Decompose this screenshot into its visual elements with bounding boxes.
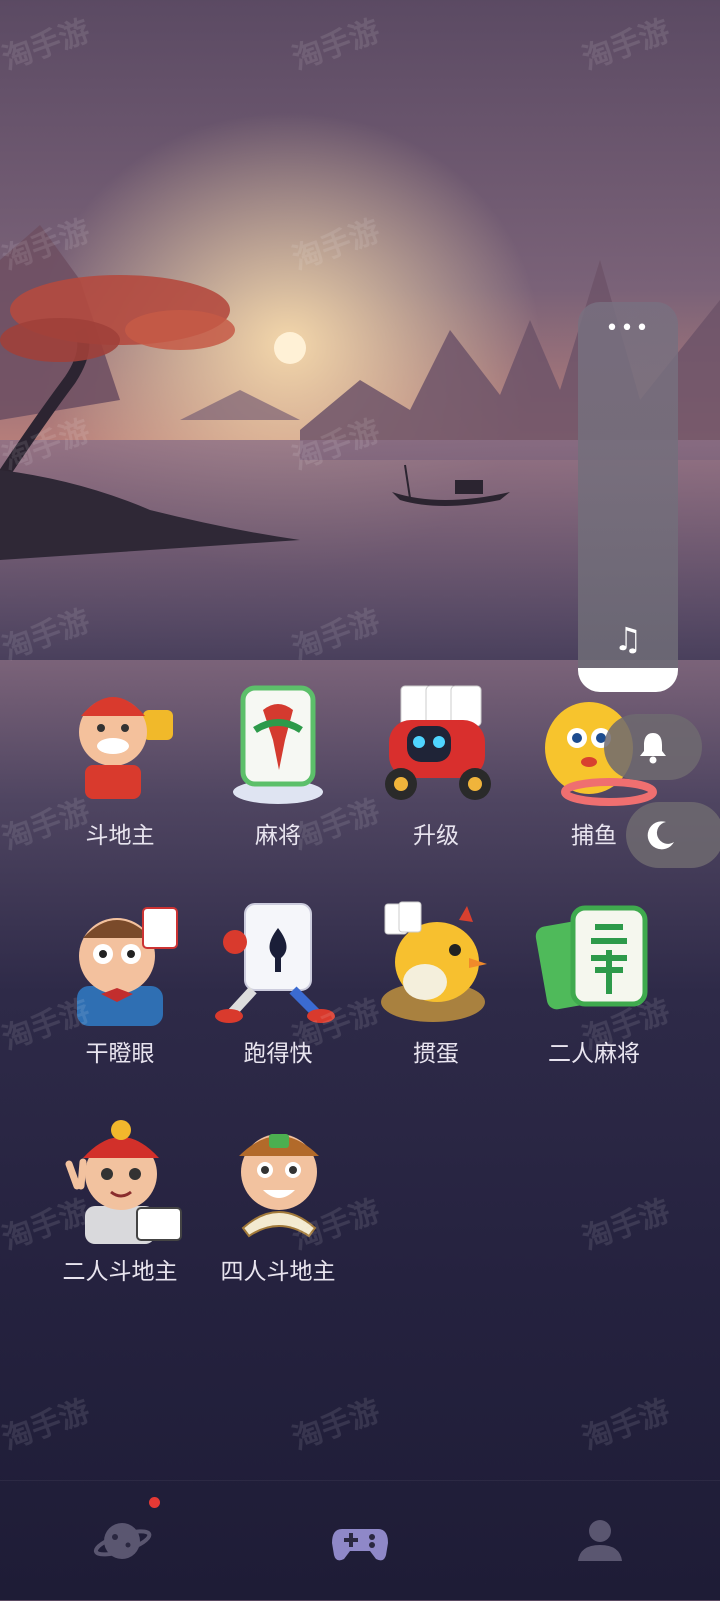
watermark: 淘手游 — [0, 1393, 95, 1458]
game-label: 升级 — [413, 823, 459, 849]
planet-icon — [93, 1523, 152, 1559]
notification-badge — [149, 1497, 160, 1508]
more-dots-icon[interactable]: ••• — [578, 316, 678, 341]
two-player-landlord-icon — [55, 1116, 185, 1246]
night-mode-button[interactable] — [626, 802, 720, 868]
landlord-character-icon — [55, 680, 185, 810]
gamepad-icon — [332, 1529, 388, 1561]
nav-profile[interactable] — [570, 1511, 630, 1571]
floating-side-panel[interactable]: ••• ♫ — [578, 302, 678, 692]
music-note-icon[interactable]: ♫ — [578, 620, 678, 658]
game-label: 斗地主 — [85, 823, 155, 849]
game-label: 跑得快 — [243, 1041, 313, 1067]
game-tile-paodekuai[interactable]: 跑得快 — [198, 898, 358, 1068]
card-car-icon — [371, 680, 501, 810]
bell-icon — [640, 733, 666, 764]
game-label: 麻将 — [255, 823, 301, 849]
bottom-navigation — [0, 1480, 720, 1601]
game-tile-shengji[interactable]: 升级 — [356, 680, 516, 850]
game-tile-two-player-doudizhu[interactable]: 二人斗地主 — [40, 1116, 200, 1286]
bell-button[interactable] — [604, 714, 702, 780]
game-tile-guandan[interactable]: 掼蛋 — [356, 898, 516, 1068]
game-label: 二人麻将 — [548, 1041, 640, 1067]
panel-bottom-edge — [578, 668, 678, 692]
watermark: 淘手游 — [577, 1193, 675, 1258]
game-tile-gandengyan[interactable]: 干瞪眼 — [40, 898, 200, 1068]
user-icon — [578, 1520, 622, 1561]
watermark: 淘手游 — [577, 1393, 675, 1458]
staring-man-icon — [55, 898, 185, 1028]
running-card-icon — [213, 898, 343, 1028]
game-tile-mahjong[interactable]: 麻将 — [198, 680, 358, 850]
nav-games[interactable] — [330, 1511, 390, 1571]
game-tile-four-player-doudizhu[interactable]: 四人斗地主 — [198, 1116, 358, 1286]
chicken-egg-icon — [371, 898, 501, 1028]
four-player-landlord-icon — [213, 1116, 343, 1246]
watermark: 淘手游 — [287, 1393, 385, 1458]
game-tile-two-player-mahjong[interactable]: 二人麻将 — [514, 898, 674, 1068]
game-label: 四人斗地主 — [220, 1259, 336, 1285]
nav-planet[interactable] — [92, 1511, 152, 1571]
game-label: 二人斗地主 — [62, 1259, 178, 1285]
game-tile-doudizhu[interactable]: 斗地主 — [40, 680, 200, 850]
game-label: 掼蛋 — [413, 1041, 459, 1067]
game-label: 干瞪眼 — [85, 1041, 155, 1067]
two-player-mahjong-icon — [529, 898, 659, 1028]
mahjong-tile-icon — [213, 680, 343, 810]
moon-icon — [647, 821, 674, 850]
